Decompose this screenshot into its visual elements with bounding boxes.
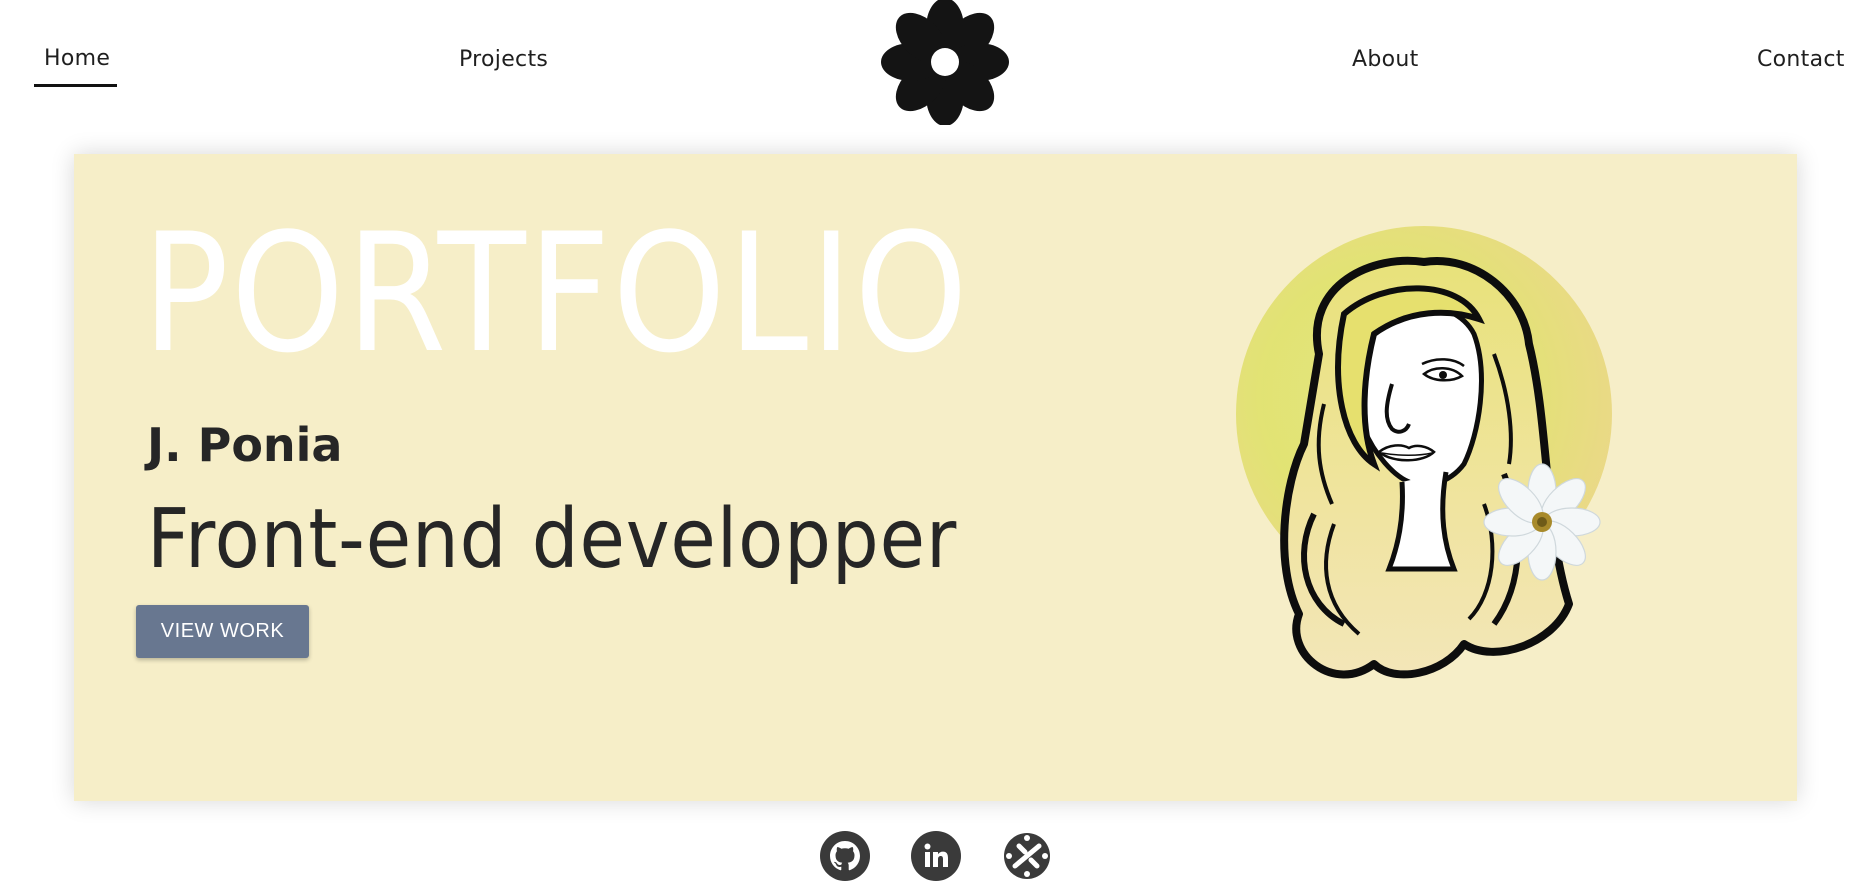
nav-active-underline [34,84,117,87]
nav-link-contact[interactable]: Contact [1757,47,1845,72]
github-icon[interactable] [819,830,871,882]
nav-link-about[interactable]: About [1352,47,1419,72]
zeplin-icon[interactable] [1001,830,1053,882]
view-work-button[interactable]: VIEW WORK [136,605,309,658]
nav-link-home[interactable]: Home [44,46,110,71]
linkedin-icon[interactable] [910,830,962,882]
portrait-illustration [1236,226,1612,679]
flower-icon[interactable] [880,0,1010,125]
social-links [0,830,1865,882]
author-name: J. Ponia [147,418,343,472]
nav-link-projects[interactable]: Projects [459,47,548,72]
hero-card: PORTFOLIO J. Ponia Front-end developper … [74,154,1797,801]
hero-title: PORTFOLIO [142,198,970,389]
author-role: Front-end developper [147,492,958,587]
top-nav: Home Projects About Contact [0,0,1865,130]
